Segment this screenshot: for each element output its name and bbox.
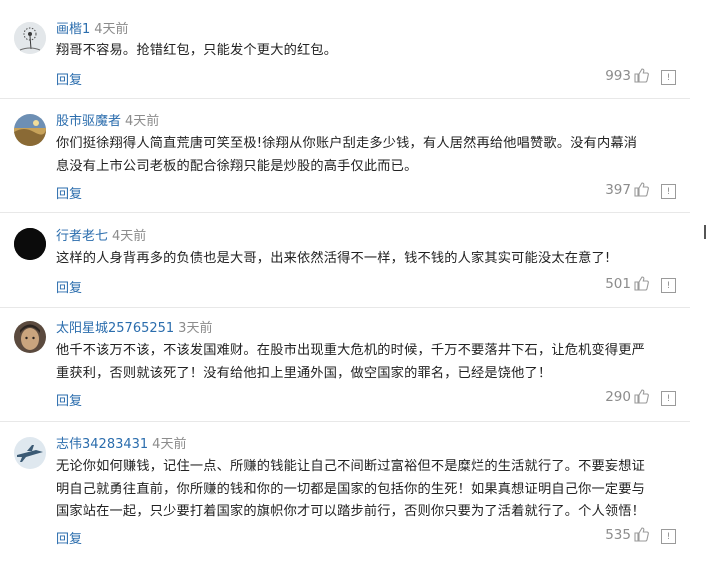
report-button[interactable]: ! xyxy=(661,70,676,85)
username[interactable]: 行者老七 xyxy=(56,229,108,244)
comment-item: 画楷1 4天前 翔哥不容易。抢错红包，只能发个更大的红包。 回复 993 ! xyxy=(0,0,690,99)
comment-line: 重获利，否则就该死了！没有给他扣上里通外国，做空国家的罪名，已经是饶他了！ xyxy=(56,365,552,381)
like-number: 501 xyxy=(605,275,631,292)
like-count: 535 xyxy=(605,526,650,543)
scrollbar-thumb[interactable] xyxy=(704,225,706,239)
username[interactable]: 股市驱魔者 xyxy=(56,114,121,129)
avatar[interactable] xyxy=(14,321,46,353)
reply-button[interactable]: 回复 xyxy=(56,528,82,547)
comment-line: 这样的人身背再多的负债也是大哥，出来依然活得不一样，钱不钱的人家其实可能没太在意… xyxy=(56,251,611,266)
comment-item: 行者老七 4天前 这样的人身背再多的负债也是大哥，出来依然活得不一样，钱不钱的人家… xyxy=(0,213,690,308)
avatar[interactable] xyxy=(14,22,46,54)
comment-header: 太阳星城25765251 3天前 xyxy=(56,321,212,337)
reply-button[interactable]: 回复 xyxy=(56,390,82,409)
comment-line: 你们挺徐翔得人简直荒唐可笑至极!徐翔从你账户刮走多少钱，有人居然再给他唱赞歌。没… xyxy=(56,136,638,151)
comment-header: 志伟34283431 4天前 xyxy=(56,437,186,453)
black-circle-avatar-icon xyxy=(14,228,46,260)
comment-line: 无论你如何赚钱，记住一点、所赚的钱能让自己不间断过富裕但不是糜烂的生活就行了。不… xyxy=(56,459,646,474)
comment-line: 国家站在一起，只少要打着国家的旗帜你才可以踏步前行，否则你只要为了活着就行了。个… xyxy=(56,504,646,519)
timestamp: 3天前 xyxy=(178,321,213,336)
comment-header: 画楷1 4天前 xyxy=(56,22,129,38)
report-icon: ! xyxy=(666,531,671,542)
comment-item: 股市驱魔者 4天前 你们挺徐翔得人简直荒唐可笑至极!徐翔从你账户刮走多少钱，有人居… xyxy=(0,99,690,213)
thumbs-up-icon[interactable] xyxy=(633,388,650,405)
like-number: 290 xyxy=(605,388,631,405)
comment-line: 息没有上市公司老板的配合徐翔只能是炒股的高手仅此而已。 xyxy=(56,158,418,174)
like-count: 501 xyxy=(605,275,650,292)
report-icon: ! xyxy=(666,72,671,83)
username[interactable]: 志伟34283431 xyxy=(56,437,148,452)
avatar[interactable] xyxy=(14,437,46,469)
timestamp: 4天前 xyxy=(94,22,129,37)
comment-line: 明自己就勇往直前，你所赚的钱和你的一切都是国家的包括你的生死！如果真想证明自己你… xyxy=(56,481,646,497)
like-number: 535 xyxy=(605,526,631,543)
comment-text: 他千不该万不该，不该发国难财。在股市出现重大危机的时候，千万不要落井下石，让危机… xyxy=(56,340,678,385)
comment-item: 志伟34283431 4天前 无论你如何赚钱，记住一点、所赚的钱能让自己不间断过富… xyxy=(0,422,690,564)
comment-list: 画楷1 4天前 翔哥不容易。抢错红包，只能发个更大的红包。 回复 993 ! 股市… xyxy=(0,0,690,564)
face-avatar-icon xyxy=(14,321,46,353)
report-icon: ! xyxy=(666,186,671,197)
timestamp: 4天前 xyxy=(152,437,187,452)
timestamp: 4天前 xyxy=(125,114,160,129)
landscape-avatar-icon xyxy=(14,114,46,146)
avatar[interactable] xyxy=(14,114,46,146)
comment-line: 他千不该万不该，不该发国难财。在股市出现重大危机的时候，千万不要落井下石，让危机… xyxy=(56,343,646,358)
comment-line: 翔哥不容易。抢错红包，只能发个更大的红包。 xyxy=(56,43,338,58)
thumbs-up-icon[interactable] xyxy=(633,67,650,84)
like-number: 397 xyxy=(605,181,631,198)
comment-text: 无论你如何赚钱，记住一点、所赚的钱能让自己不间断过富裕但不是糜烂的生活就行了。不… xyxy=(56,456,678,524)
thumbs-up-icon[interactable] xyxy=(633,526,650,543)
thumbs-up-icon[interactable] xyxy=(633,275,650,292)
comment-header: 股市驱魔者 4天前 xyxy=(56,114,159,130)
report-button[interactable]: ! xyxy=(661,391,676,406)
like-count: 290 xyxy=(605,388,650,405)
like-number: 993 xyxy=(605,67,631,84)
username[interactable]: 太阳星城25765251 xyxy=(56,321,174,336)
report-button[interactable]: ! xyxy=(661,184,676,199)
report-icon: ! xyxy=(666,393,671,404)
timestamp: 4天前 xyxy=(112,229,147,244)
comment-text: 你们挺徐翔得人简直荒唐可笑至极!徐翔从你账户刮走多少钱，有人居然再给他唱赞歌。没… xyxy=(56,133,678,178)
username[interactable]: 画楷1 xyxy=(56,22,90,37)
avatar[interactable] xyxy=(14,228,46,260)
reply-button[interactable]: 回复 xyxy=(56,183,82,202)
like-count: 397 xyxy=(605,181,650,198)
comment-header: 行者老七 4天前 xyxy=(56,229,146,245)
dandelion-avatar-icon xyxy=(14,22,46,54)
jet-avatar-icon xyxy=(14,437,46,469)
report-button[interactable]: ! xyxy=(661,278,676,293)
comment-text: 翔哥不容易。抢错红包，只能发个更大的红包。 xyxy=(56,40,678,63)
reply-button[interactable]: 回复 xyxy=(56,277,82,296)
comment-item: 太阳星城25765251 3天前 他千不该万不该，不该发国难财。在股市出现重大危机… xyxy=(0,308,690,422)
like-count: 993 xyxy=(605,67,650,84)
report-button[interactable]: ! xyxy=(661,529,676,544)
report-icon: ! xyxy=(666,280,671,291)
reply-button[interactable]: 回复 xyxy=(56,69,82,88)
thumbs-up-icon[interactable] xyxy=(633,181,650,198)
comment-text: 这样的人身背再多的负债也是大哥，出来依然活得不一样，钱不钱的人家其实可能没太在意… xyxy=(56,248,678,271)
